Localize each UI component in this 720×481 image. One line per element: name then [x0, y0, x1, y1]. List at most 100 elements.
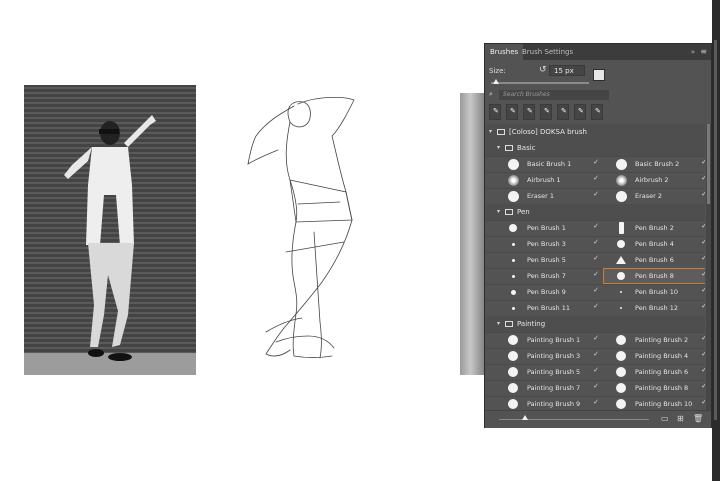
brush-label: Airbrush 2: [635, 176, 669, 184]
brush-thumbnail: [507, 174, 519, 186]
brush-item[interactable]: Pen Brush 8 ✓: [603, 268, 705, 284]
recent-brush-6[interactable]: ✎: [574, 104, 586, 120]
pen-pressure-icon: ✓: [593, 158, 599, 166]
brush-item[interactable]: Painting Brush 6 ✓: [603, 364, 705, 380]
brush-item[interactable]: Pen Brush 6 ✓: [603, 252, 705, 268]
brush-thumbnail: [615, 238, 627, 250]
brush-item[interactable]: Painting Brush 4 ✓: [603, 348, 705, 364]
brush-item[interactable]: Painting Brush 7 ✓: [495, 380, 603, 396]
pen-pressure-icon: ✓: [701, 270, 705, 278]
search-row: ⌕ Search Brushes: [489, 90, 609, 100]
group-painting[interactable]: ▾ Painting: [485, 316, 705, 333]
chevron-down-icon[interactable]: ▾: [497, 316, 500, 332]
chevron-down-icon[interactable]: ▾: [497, 140, 500, 156]
brush-row: Pen Brush 7 ✓ Pen Brush 8 ✓: [485, 268, 705, 285]
pencil-sketch: [247, 96, 355, 359]
recent-brush-4[interactable]: ✎: [540, 104, 552, 120]
brush-item[interactable]: Painting Brush 1 ✓: [495, 332, 603, 348]
brush-label: Pen Brush 10: [635, 288, 678, 296]
chevron-down-icon[interactable]: ▾: [497, 204, 500, 220]
brush-item[interactable]: Airbrush 1 ✓: [495, 172, 603, 188]
brush-row: Pen Brush 3 ✓ Pen Brush 4 ✓: [485, 236, 705, 253]
brush-item[interactable]: Eraser 2 ✓: [603, 188, 705, 204]
brush-list: ▾ [Coloso] DOKSA brush ▾ Basic Basic Brush 1…: [485, 124, 705, 414]
brush-item[interactable]: Pen Brush 3 ✓: [495, 236, 603, 252]
brush-thumbnail: [615, 302, 627, 314]
brush-item[interactable]: Pen Brush 9 ✓: [495, 284, 603, 300]
brush-row: Airbrush 1 ✓ Airbrush 2 ✓: [485, 172, 705, 189]
size-slider[interactable]: [491, 82, 589, 84]
panel-footer: ▭ ⊞ 🗑: [485, 410, 711, 428]
recent-brush-7[interactable]: ✎: [591, 104, 603, 120]
brush-thumbnail: [507, 350, 519, 362]
chevron-down-icon[interactable]: ▾: [489, 124, 492, 140]
group-pen[interactable]: ▾ Pen: [485, 204, 705, 221]
brush-item[interactable]: Painting Brush 8 ✓: [603, 380, 705, 396]
brush-label: Painting Brush 1: [527, 336, 581, 344]
pen-pressure-icon: ✓: [593, 302, 599, 310]
recent-brush-2[interactable]: ✎: [506, 104, 518, 120]
pen-pressure-icon: ✓: [701, 222, 705, 230]
reset-size-icon[interactable]: ↺: [539, 65, 547, 75]
brush-thumbnail: [615, 334, 627, 346]
thumbnail-size-thumb[interactable]: [521, 415, 528, 420]
brush-thumbnail: [615, 254, 627, 266]
pen-pressure-icon: ✓: [593, 270, 599, 278]
brush-item[interactable]: Painting Brush 5 ✓: [495, 364, 603, 380]
brush-thumbnail: [615, 366, 627, 378]
brush-item[interactable]: Pen Brush 7 ✓: [495, 268, 603, 284]
folder-icon: [505, 145, 513, 151]
brush-item[interactable]: Pen Brush 2 ✓: [603, 220, 705, 236]
brush-thumbnail: [507, 334, 519, 346]
brush-item[interactable]: Airbrush 2 ✓: [603, 172, 705, 188]
recent-brush-3[interactable]: ✎: [523, 104, 535, 120]
group-label: Basic: [517, 144, 536, 152]
brush-item[interactable]: Pen Brush 12 ✓: [603, 300, 705, 316]
brush-item[interactable]: Eraser 1 ✓: [495, 188, 603, 204]
brush-row: Painting Brush 7 ✓ Painting Brush 8 ✓: [485, 380, 705, 397]
brush-label: Eraser 2: [635, 192, 663, 200]
tab-brush-settings[interactable]: Brush Settings: [517, 44, 578, 60]
group-coloso-doksa[interactable]: ▾ [Coloso] DOKSA brush: [485, 124, 705, 141]
pen-pressure-icon: ✓: [701, 382, 705, 390]
brush-item[interactable]: Pen Brush 11 ✓: [495, 300, 603, 316]
size-slider-thumb[interactable]: [492, 79, 499, 84]
pen-pressure-icon: ✓: [701, 158, 705, 166]
brush-item[interactable]: Pen Brush 1 ✓: [495, 220, 603, 236]
brush-settings-icon[interactable]: [593, 69, 605, 81]
brush-item[interactable]: Painting Brush 3 ✓: [495, 348, 603, 364]
size-input[interactable]: 15 px: [549, 65, 585, 76]
brush-label: Painting Brush 8: [635, 384, 689, 392]
recent-brush-5[interactable]: ✎: [557, 104, 569, 120]
brush-item[interactable]: Pen Brush 10 ✓: [603, 284, 705, 300]
brush-thumbnail: [507, 302, 519, 314]
brush-item[interactable]: Painting Brush 2 ✓: [603, 332, 705, 348]
brush-item[interactable]: Basic Brush 2 ✓: [603, 156, 705, 172]
brush-label: Pen Brush 12: [635, 304, 678, 312]
brush-list-scrollbar[interactable]: [706, 124, 711, 414]
brush-thumbnail: [507, 158, 519, 170]
brush-item[interactable]: Basic Brush 1 ✓: [495, 156, 603, 172]
brush-item[interactable]: Pen Brush 4 ✓: [603, 236, 705, 252]
group-basic[interactable]: ▾ Basic: [485, 140, 705, 157]
brush-item[interactable]: Pen Brush 5 ✓: [495, 252, 603, 268]
scrollbar-thumb[interactable]: [707, 124, 710, 204]
trash-icon[interactable]: 🗑: [693, 414, 703, 423]
pen-pressure-icon: ✓: [593, 222, 599, 230]
add-icon[interactable]: ⊞: [677, 414, 684, 423]
hamburger-menu-icon[interactable]: ≡: [700, 44, 707, 60]
double-chevron-right-icon[interactable]: »: [691, 44, 695, 60]
brush-thumbnail: [615, 350, 627, 362]
brush-thumbnail: [507, 366, 519, 378]
folder-icon[interactable]: ▭: [661, 414, 669, 423]
search-input[interactable]: Search Brushes: [499, 90, 609, 100]
pen-pressure-icon: ✓: [593, 382, 599, 390]
brush-label: Pen Brush 9: [527, 288, 566, 296]
brush-row: Pen Brush 1 ✓ Pen Brush 2 ✓: [485, 220, 705, 237]
brush-thumbnail: [507, 270, 519, 282]
brush-label: Eraser 1: [527, 192, 555, 200]
brush-label: Painting Brush 7: [527, 384, 581, 392]
pen-pressure-icon: ✓: [701, 286, 705, 294]
pen-pressure-icon: ✓: [701, 398, 705, 406]
recent-brush-1[interactable]: ✎: [489, 104, 501, 120]
